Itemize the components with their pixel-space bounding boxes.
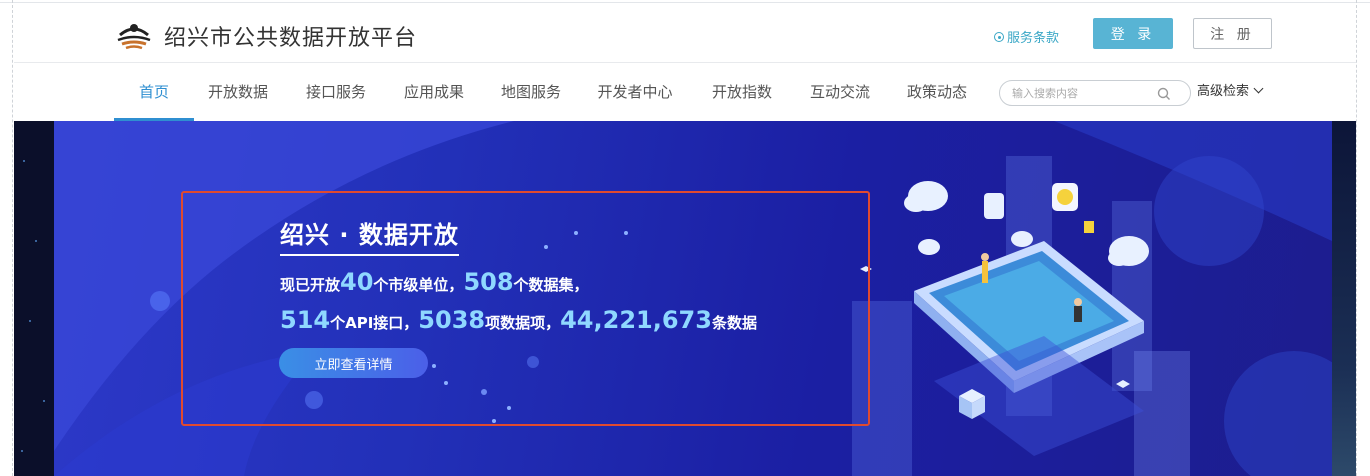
terms-label: 服务条款 <box>1007 31 1060 46</box>
banner-stats-line-2: 514个API接口，5038项数据项，44,221,673条数据 <box>280 306 757 334</box>
nav-item-developer-center[interactable]: 开发者中心 <box>590 63 680 121</box>
site-header: 绍兴市公共数据开放平台 服务条款 登 录 注 册 <box>14 6 1356 62</box>
main-nav: 首页 开放数据 接口服务 应用成果 地图服务 开发者中心 开放指数 互动交流 政… <box>14 63 1356 121</box>
data-items-label: 项数据项， <box>485 314 561 332</box>
records-count: 44,221,673 <box>560 306 712 334</box>
nav-item-policy-news[interactable]: 政策动态 <box>897 63 977 121</box>
nav-item-api-service[interactable]: 接口服务 <box>296 63 376 121</box>
datasets-count: 508 <box>463 268 514 296</box>
register-button[interactable]: 注 册 <box>1193 18 1272 49</box>
city-night-edge <box>1332 121 1356 476</box>
terms-icon <box>994 32 1004 42</box>
nav-item-open-data[interactable]: 开放数据 <box>198 63 278 121</box>
nav-item-interaction[interactable]: 互动交流 <box>800 63 880 121</box>
terms-link[interactable]: 服务条款 <box>994 27 1059 46</box>
data-items-count: 5038 <box>418 306 486 334</box>
banner-line1-prefix: 现已开放 <box>280 276 341 294</box>
search-input[interactable] <box>1012 85 1152 102</box>
advanced-search-label: 高级检索 <box>1197 84 1250 99</box>
municipal-units-count: 40 <box>340 268 374 296</box>
search-icon[interactable] <box>1156 86 1172 102</box>
login-button[interactable]: 登 录 <box>1093 18 1173 49</box>
nav-item-home[interactable]: 首页 <box>114 63 194 121</box>
site-title[interactable]: 绍兴市公共数据开放平台 <box>164 20 417 52</box>
datasets-label: 个数据集， <box>513 276 589 294</box>
chevron-down-icon <box>1253 83 1264 94</box>
search-box <box>999 80 1191 106</box>
api-count: 514 <box>280 306 331 334</box>
view-details-button[interactable]: 立即查看详情 <box>279 348 428 378</box>
nav-item-open-index[interactable]: 开放指数 <box>702 63 782 121</box>
frame-left-guide <box>12 0 13 476</box>
nav-item-map-service[interactable]: 地图服务 <box>491 63 571 121</box>
banner-title: 绍兴 · 数据开放 <box>280 215 459 256</box>
frame-top-line <box>0 2 1370 3</box>
frame-right-guide <box>1356 0 1357 476</box>
api-label: 个API接口， <box>330 314 419 332</box>
nav-item-applications[interactable]: 应用成果 <box>394 63 474 121</box>
banner-stats-line-1: 现已开放40个市级单位，508个数据集， <box>280 268 589 296</box>
advanced-search-toggle[interactable]: 高级检索 <box>1197 63 1264 121</box>
municipal-units-label: 个市级单位， <box>373 276 464 294</box>
logo-icon[interactable] <box>114 18 154 52</box>
records-label: 条数据 <box>711 314 757 332</box>
